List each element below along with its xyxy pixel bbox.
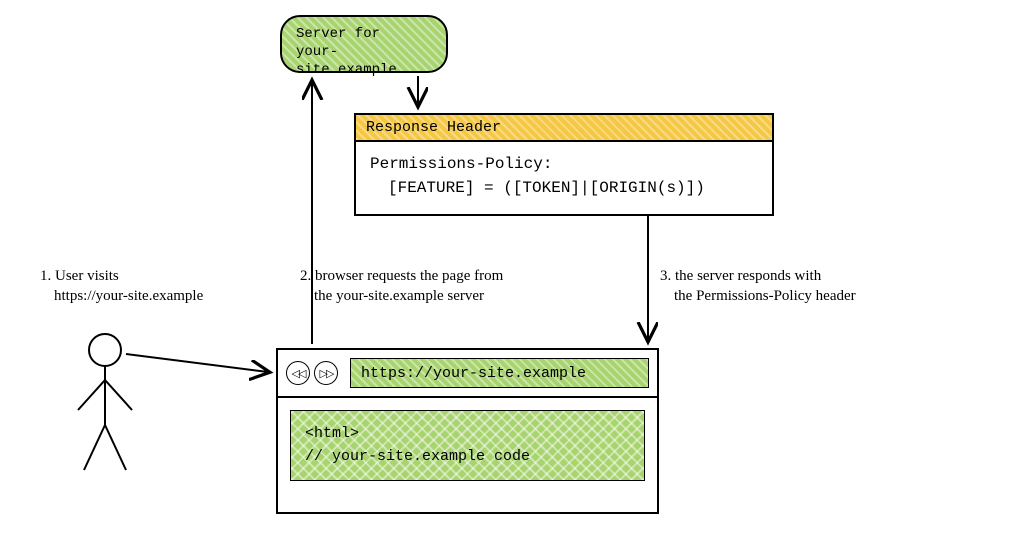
code-line1: <html> [305, 423, 630, 446]
browser-window: ◁◁ ▷▷ https://your-site.example <html> /… [276, 348, 659, 514]
policy-value: [FEATURE] = ([TOKEN]|[ORIGIN(s)]) [370, 176, 758, 200]
response-header-title: Response Header [356, 115, 772, 142]
server-line1: Server for [296, 25, 432, 43]
browser-viewport: <html> // your-site.example code [278, 398, 657, 493]
user-icon [70, 330, 150, 480]
response-header-box: Response Header Permissions-Policy: [FEA… [354, 113, 774, 216]
server-line2: your-site.example [296, 43, 432, 79]
policy-name: Permissions-Policy: [370, 152, 758, 176]
forward-button[interactable]: ▷▷ [314, 361, 338, 385]
page-code-block: <html> // your-site.example code [290, 410, 645, 481]
browser-toolbar: ◁◁ ▷▷ https://your-site.example [278, 350, 657, 398]
address-bar[interactable]: https://your-site.example [350, 358, 649, 388]
step-2-label: 2. browser requests the page from the yo… [300, 266, 590, 307]
back-button[interactable]: ◁◁ [286, 361, 310, 385]
response-body: Permissions-Policy: [FEATURE] = ([TOKEN]… [356, 142, 772, 214]
server-box: Server for your-site.example [280, 15, 448, 73]
step-1-label: 1. User visits https://your-site.example [40, 266, 270, 307]
code-line2: // your-site.example code [305, 446, 630, 469]
step-3-label: 3. the server responds with the Permissi… [660, 266, 960, 307]
